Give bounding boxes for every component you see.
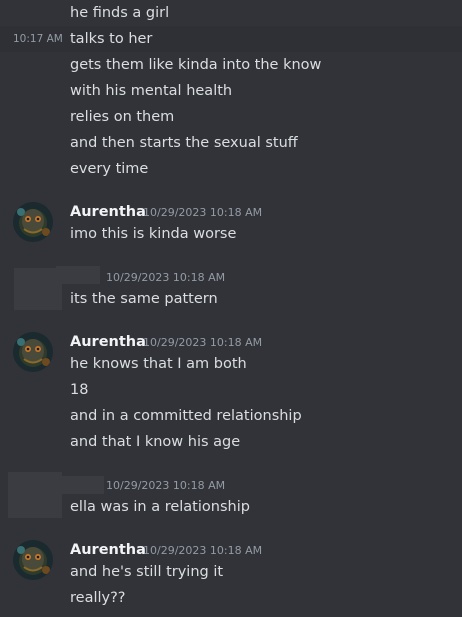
message-text: its the same pattern xyxy=(70,291,218,307)
redacted-username xyxy=(56,266,100,284)
redacted-avatar xyxy=(8,472,62,518)
message-author[interactable]: Aurentha xyxy=(70,540,146,560)
aurentha-avatar-icon xyxy=(13,202,53,242)
aurentha-avatar-icon xyxy=(13,332,53,372)
message-text: and in a committed relationship xyxy=(70,408,302,424)
user-avatar[interactable] xyxy=(13,540,53,580)
message-text: and that I know his age xyxy=(70,434,241,450)
message-text: really?? xyxy=(70,590,126,606)
message-text: every time xyxy=(70,161,149,177)
user-avatar[interactable] xyxy=(13,332,53,372)
user-avatar[interactable] xyxy=(13,202,53,242)
message-text: with his mental health xyxy=(70,83,233,99)
hover-timestamp: 10:17 AM xyxy=(13,33,63,45)
message-author[interactable]: Aurentha xyxy=(70,332,146,352)
aurentha-avatar-icon xyxy=(13,540,53,580)
message-text: and then starts the sexual stuff xyxy=(70,135,298,151)
message-text: gets them like kinda into the know xyxy=(70,57,322,73)
redacted-username xyxy=(56,476,104,494)
message-text: ella was in a relationship xyxy=(70,499,250,515)
message-timestamp[interactable]: 10/29/2023 10:18 AM xyxy=(143,336,262,350)
message-text: 18 xyxy=(70,382,89,398)
message-author[interactable]: Aurentha xyxy=(70,202,146,222)
message-timestamp[interactable]: 10/29/2023 10:18 AM xyxy=(106,479,225,493)
chat-message-list: 10:17 AM he finds a girl talks to her ge… xyxy=(0,0,462,617)
message-text: relies on them xyxy=(70,109,175,125)
message-timestamp[interactable]: 10/29/2023 10:18 AM xyxy=(143,544,262,558)
message-text: and he's still trying it xyxy=(70,564,224,580)
message-text: talks to her xyxy=(70,31,153,47)
message-text: he finds a girl xyxy=(70,5,170,21)
message-text: imo this is kinda worse xyxy=(70,226,237,242)
message-timestamp[interactable]: 10/29/2023 10:18 AM xyxy=(143,206,262,220)
message-text: he knows that I am both xyxy=(70,356,247,372)
message-timestamp[interactable]: 10/29/2023 10:18 AM xyxy=(106,271,225,285)
redacted-avatar xyxy=(14,268,62,310)
